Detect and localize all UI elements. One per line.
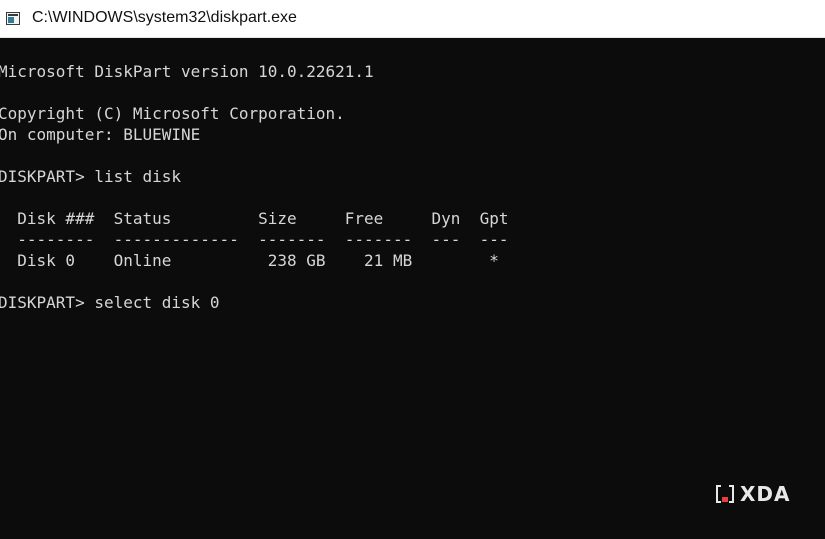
console-window: C:\WINDOWS\system32\diskpart.exe Microso… <box>0 0 825 539</box>
xda-watermark: XDA <box>716 482 791 506</box>
console-output[interactable]: Microsoft DiskPart version 10.0.22621.1 … <box>0 38 825 539</box>
window-title: C:\WINDOWS\system32\diskpart.exe <box>32 9 297 26</box>
console-line-version: Microsoft DiskPart version 10.0.22621.1 <box>0 62 374 81</box>
xda-logo-text: XDA <box>740 482 791 506</box>
disk-table-header: Disk ### Status Size Free Dyn Gpt <box>0 209 509 228</box>
xda-logo-icon <box>716 485 734 503</box>
console-line-computer: On computer: BLUEWINE <box>0 125 201 144</box>
console-line-command-list-disk: DISKPART> list disk <box>0 167 182 186</box>
disk-table-row: Disk 0 Online 238 GB 21 MB * <box>0 251 499 270</box>
disk-table-separator: -------- ------------- ------- ------- -… <box>0 230 509 249</box>
console-line-command-select-disk: DISKPART> select disk 0 <box>0 293 220 312</box>
console-line-copyright: Copyright (C) Microsoft Corporation. <box>0 104 345 123</box>
title-bar[interactable]: C:\WINDOWS\system32\diskpart.exe <box>0 0 825 38</box>
console-window-icon <box>6 12 20 25</box>
